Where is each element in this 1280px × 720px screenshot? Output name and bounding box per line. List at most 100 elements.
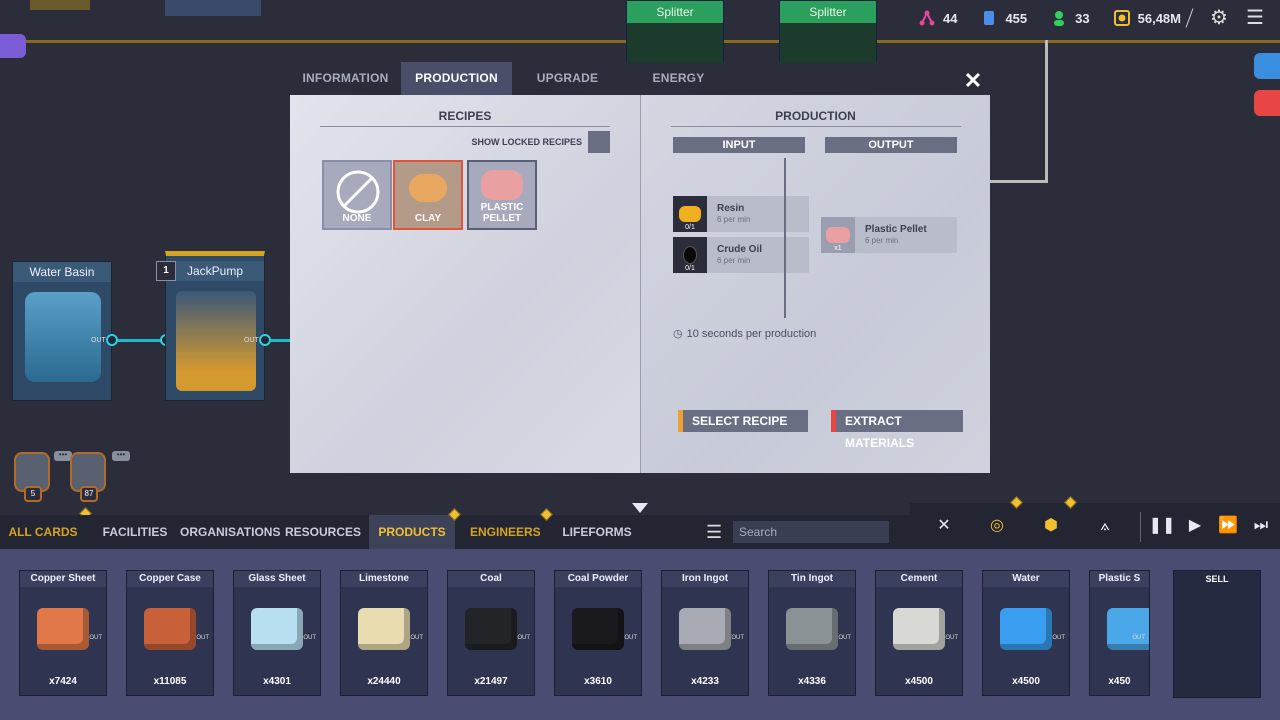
qty: 0/1 bbox=[685, 224, 695, 231]
input-name: Resin bbox=[717, 203, 745, 214]
qty: 0/1 bbox=[685, 265, 695, 272]
hexagon-icon[interactable]: ⬢ bbox=[1036, 509, 1066, 543]
out-label: OUT bbox=[731, 635, 744, 641]
product-art bbox=[559, 589, 637, 669]
recipe-label: PLASTIC PELLET bbox=[480, 202, 524, 224]
production-time: ◷ 10 seconds per production bbox=[673, 327, 817, 341]
out-label: OUT bbox=[91, 337, 106, 344]
tab-products[interactable]: PRODUCTS bbox=[369, 515, 455, 549]
play-icon[interactable]: ▶ bbox=[1180, 509, 1210, 543]
tab-organisations[interactable]: ORGANISATIONS bbox=[180, 515, 280, 549]
tab-facilities[interactable]: FACILITIES bbox=[100, 515, 170, 549]
product-name: Coal Powder bbox=[555, 571, 641, 587]
oil-drop-icon: 0/1 bbox=[673, 237, 707, 273]
divider bbox=[320, 126, 610, 127]
product-card[interactable]: Limestone OUT x24440 bbox=[340, 570, 428, 696]
coin-icon bbox=[1113, 10, 1130, 26]
product-card[interactable]: Cement OUT x4500 bbox=[875, 570, 963, 696]
show-locked-toggle[interactable]: SHOW LOCKED RECIPES bbox=[471, 131, 610, 153]
engineer-avatar-2[interactable]: 87 bbox=[70, 452, 106, 502]
facility-card-top-left[interactable] bbox=[30, 0, 90, 10]
notes-icon[interactable] bbox=[0, 34, 26, 58]
product-card[interactable]: Tin Ingot OUT x4336 bbox=[768, 570, 856, 696]
fastest-forward-icon[interactable]: ⏭ bbox=[1246, 509, 1276, 543]
fast-forward-icon[interactable]: ⏩ bbox=[1213, 509, 1243, 543]
layers-icon[interactable] bbox=[1254, 53, 1280, 79]
splitter-title: Splitter bbox=[780, 1, 876, 23]
plastic-pellet-icon: x1 bbox=[821, 217, 855, 253]
tab-engineers[interactable]: ENGINEERS bbox=[470, 515, 541, 549]
pause-icon[interactable]: ❚❚ bbox=[1147, 509, 1177, 543]
stat-money-value: 56,48M bbox=[1137, 10, 1181, 26]
out-label: OUT bbox=[1052, 635, 1065, 641]
jackpump-card[interactable]: JackPump bbox=[165, 251, 265, 401]
jackpump-title: JackPump bbox=[166, 261, 264, 281]
select-recipe-button[interactable]: SELECT RECIPE bbox=[678, 410, 808, 432]
engineer-avatar-1[interactable]: 5 bbox=[14, 452, 50, 502]
io-divider bbox=[784, 158, 786, 318]
product-count: x4500 bbox=[905, 676, 933, 687]
input-crude-oil: 0/1 Crude Oil 6 per min bbox=[673, 237, 809, 273]
alert-icon[interactable] bbox=[1254, 90, 1280, 116]
product-card[interactable]: Copper Case OUT x11085 bbox=[126, 570, 214, 696]
production-time-text: 10 seconds per production bbox=[686, 327, 817, 340]
product-count: x4500 bbox=[1012, 676, 1040, 687]
out-port[interactable] bbox=[106, 334, 118, 346]
product-card[interactable]: Coal Powder OUT x3610 bbox=[554, 570, 642, 696]
search-input[interactable]: Search bbox=[733, 521, 889, 543]
coin-target-icon[interactable]: ◎ bbox=[982, 509, 1012, 543]
stat-cards-value: 455 bbox=[1005, 10, 1028, 26]
product-count: x11085 bbox=[153, 676, 187, 687]
tab-upgrade[interactable]: UPGRADE bbox=[512, 62, 623, 95]
menu-icon[interactable]: ☰ bbox=[1244, 7, 1266, 29]
tab-information[interactable]: INFORMATION bbox=[290, 62, 401, 95]
level-badge: 1 bbox=[156, 261, 176, 281]
recipe-clay[interactable]: CLAY bbox=[393, 160, 463, 230]
output-name: Plastic Pellet bbox=[865, 224, 927, 235]
product-count: x450 bbox=[1108, 676, 1131, 687]
tab-all-cards[interactable]: ALL CARDS bbox=[8, 515, 78, 549]
divider bbox=[1185, 8, 1194, 28]
tab-production[interactable]: PRODUCTION bbox=[401, 62, 512, 95]
none-icon bbox=[336, 170, 380, 214]
recipe-none[interactable]: NONE bbox=[322, 160, 392, 230]
network-icon[interactable]: ⟑ bbox=[1090, 509, 1120, 543]
product-count: x24440 bbox=[367, 676, 401, 687]
splitter-card-1[interactable]: Splitter bbox=[626, 0, 724, 63]
water-basin-card[interactable]: Water Basin bbox=[12, 261, 112, 401]
tab-resources[interactable]: RESOURCES bbox=[285, 515, 361, 549]
recipe-plastic-pellet[interactable]: PLASTIC PELLET bbox=[467, 160, 537, 230]
collapse-arrow-icon[interactable] bbox=[632, 503, 648, 513]
notification-diamond bbox=[79, 507, 92, 515]
extract-materials-button[interactable]: EXTRACT MATERIALS bbox=[831, 410, 963, 450]
filter-icon[interactable]: ☰ bbox=[706, 521, 724, 543]
chat-dots-icon[interactable]: ••• bbox=[112, 451, 130, 461]
tab-lifeforms[interactable]: LIFEFORMS bbox=[560, 515, 634, 549]
product-name: Cement bbox=[876, 571, 962, 587]
facility-card-top[interactable] bbox=[165, 0, 261, 16]
timer-icon: ◷ bbox=[673, 328, 683, 340]
close-icon[interactable]: ✕ bbox=[962, 70, 984, 92]
splitter-card-2[interactable]: Splitter bbox=[779, 0, 877, 63]
sell-zone[interactable]: SELL bbox=[1173, 570, 1261, 698]
show-locked-checkbox[interactable] bbox=[588, 131, 610, 153]
product-card[interactable]: Glass Sheet OUT x4301 bbox=[233, 570, 321, 696]
input-name: Crude Oil bbox=[717, 244, 763, 255]
product-art bbox=[666, 589, 744, 669]
product-card[interactable]: Water OUT x4500 bbox=[982, 570, 1070, 696]
tab-energy[interactable]: ENERGY bbox=[623, 62, 734, 95]
product-name: Copper Case bbox=[127, 571, 213, 587]
product-count: x7424 bbox=[49, 676, 77, 687]
product-art bbox=[345, 589, 423, 669]
product-card[interactable]: Iron Ingot OUT x4233 bbox=[661, 570, 749, 696]
card-icon bbox=[984, 11, 995, 25]
product-card[interactable]: Plastic S OUT x450 bbox=[1089, 570, 1150, 696]
gear-icon[interactable]: ⚙ bbox=[1208, 7, 1230, 29]
person-icon bbox=[1054, 11, 1065, 26]
product-card[interactable]: Copper Sheet OUT x7424 bbox=[19, 570, 107, 696]
product-name: Glass Sheet bbox=[234, 571, 320, 587]
output-rate: 6 per min bbox=[865, 236, 899, 245]
product-card[interactable]: Coal OUT x21497 bbox=[447, 570, 535, 696]
out-port[interactable] bbox=[259, 334, 271, 346]
tools-icon[interactable]: ✕ bbox=[929, 509, 959, 543]
